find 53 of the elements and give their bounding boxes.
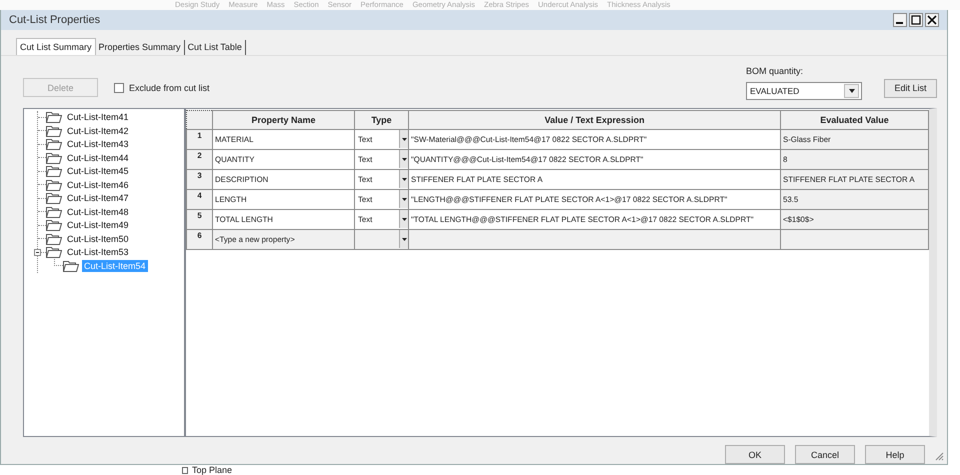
column-header[interactable]: Type	[354, 110, 408, 130]
tree-item[interactable]: Cut-List-Item46	[65, 178, 131, 191]
dialog-button[interactable]: Cancel	[795, 445, 855, 464]
tab[interactable]: Cut List Table	[184, 40, 246, 55]
column-header[interactable]: Evaluated Value	[780, 110, 928, 130]
folder-icon	[46, 246, 62, 258]
tree-item[interactable]: Cut-List-Item42	[65, 124, 131, 137]
folder-icon	[46, 152, 62, 164]
caret-icon	[402, 198, 406, 201]
folder-icon	[46, 178, 62, 191]
caret-icon	[402, 138, 406, 141]
folder-icon	[46, 219, 62, 232]
tab[interactable]: Properties Summary	[96, 40, 185, 55]
resize-grip-icon[interactable]	[935, 452, 944, 461]
caret-icon	[402, 218, 406, 221]
tree-item[interactable]: Cut-List-Item49	[65, 219, 131, 232]
collapse-icon[interactable]	[34, 248, 41, 256]
tree-item[interactable]: Cut-List-Item44	[65, 152, 131, 164]
bom-quantity-dropdown[interactable]: EVALUATED	[746, 82, 862, 100]
tree-item[interactable]: Cut-List-Item43	[65, 138, 131, 150]
folder-icon	[46, 206, 62, 218]
tree-item[interactable]: Cut-List-Item47	[65, 192, 131, 204]
maximize-icon[interactable]	[909, 12, 923, 27]
folder-icon	[46, 165, 62, 178]
window-title: Cut-List Properties	[9, 14, 100, 26]
caret-icon	[402, 178, 406, 181]
tree-item[interactable]: Cut-List-Item41	[65, 111, 131, 124]
folder-icon	[46, 111, 62, 124]
caret-icon	[402, 238, 406, 241]
folder-icon	[63, 260, 79, 272]
folder-icon	[46, 138, 62, 150]
folder-icon	[46, 124, 62, 137]
checkbox[interactable]	[114, 82, 124, 93]
tree-item[interactable]: Cut-List-Item45	[65, 165, 131, 178]
tab[interactable]: Cut List Summary	[16, 38, 96, 55]
column-header[interactable]: Property Name	[212, 110, 354, 130]
tree-item[interactable]: Cut-List-Item50	[65, 232, 131, 245]
close-icon[interactable]	[925, 12, 939, 27]
tree-item[interactable]: Cut-List-Item53	[65, 246, 131, 258]
plane-icon	[182, 466, 188, 474]
checkbox-label: Exclude from cut list	[129, 82, 210, 93]
column-header[interactable]: Value / Text Expression	[408, 110, 780, 130]
dialog-button[interactable]: Help	[865, 445, 925, 464]
tree-item[interactable]: Cut-List-Item48	[65, 206, 131, 218]
dialog-button[interactable]: OK	[725, 445, 785, 464]
field-label: BOM quantity:	[746, 66, 804, 76]
folder-icon	[46, 192, 62, 204]
folder-icon	[46, 232, 62, 245]
tree-item[interactable]: Top Plane	[192, 465, 232, 475]
caret-icon	[402, 158, 406, 161]
edit-list-button[interactable]: Edit List	[884, 78, 937, 98]
caret-icon	[848, 88, 854, 93]
minimize-icon[interactable]	[893, 12, 907, 27]
